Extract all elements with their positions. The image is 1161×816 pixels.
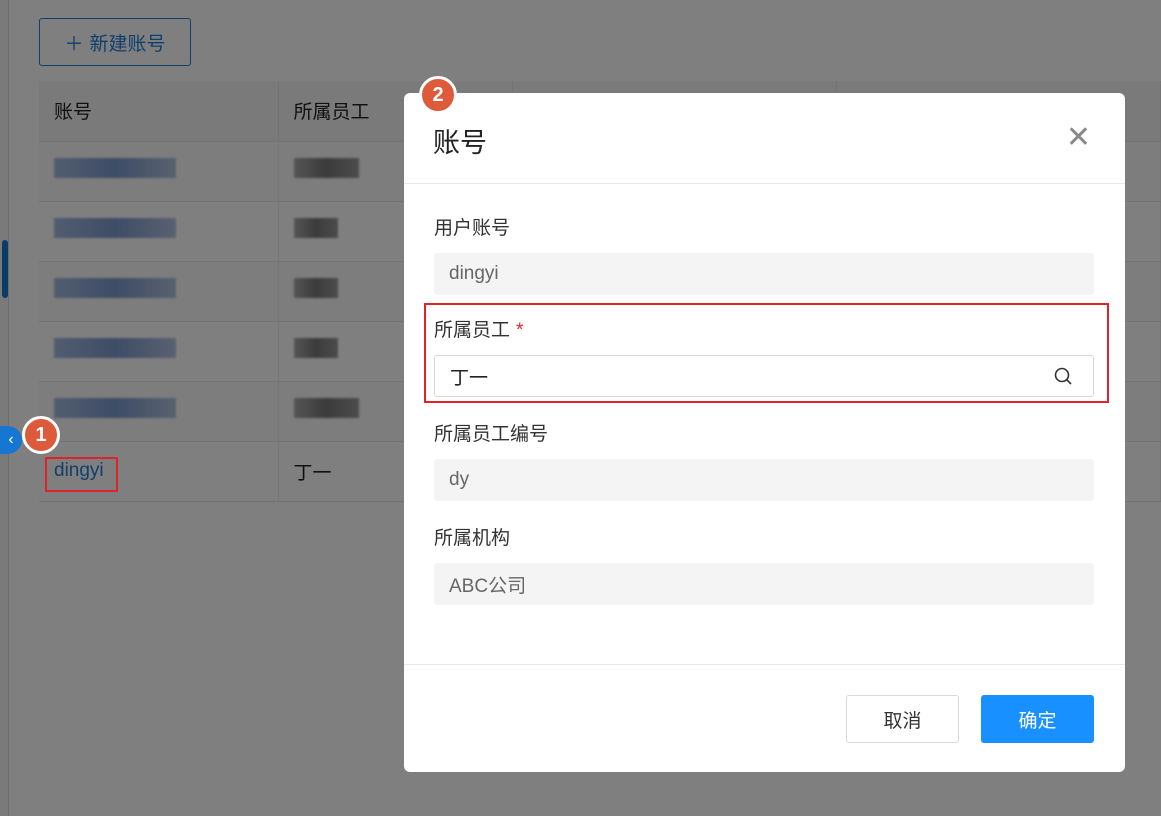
field-user-account: 用户账号 dingyi — [434, 213, 1094, 295]
chevron-left-icon: ‹ — [8, 431, 14, 448]
highlight-box-employee — [424, 303, 1109, 403]
dialog-header: 账号 ✕ — [404, 93, 1125, 184]
dialog-title: 账号 — [433, 128, 487, 158]
cancel-button[interactable]: 取消 — [846, 695, 959, 743]
field-organization: 所属机构 ABC公司 — [434, 523, 1094, 605]
field-employee-number: 所属员工编号 dy — [434, 419, 1094, 501]
organization-input: ABC公司 — [434, 563, 1094, 605]
confirm-button[interactable]: 确定 — [981, 695, 1094, 743]
employee-number-input: dy — [434, 459, 1094, 501]
highlight-box-account — [45, 457, 118, 492]
account-dialog: 账号 ✕ 用户账号 dingyi 所属员工 * 丁一 所属员工编号 dy 所属机构… — [404, 93, 1125, 772]
step-badge-1: 1 — [22, 416, 60, 454]
close-icon[interactable]: ✕ — [1066, 123, 1091, 153]
user-account-input: dingyi — [434, 253, 1094, 295]
dialog-footer-divider — [404, 664, 1125, 665]
step-badge-2: 2 — [419, 76, 457, 114]
